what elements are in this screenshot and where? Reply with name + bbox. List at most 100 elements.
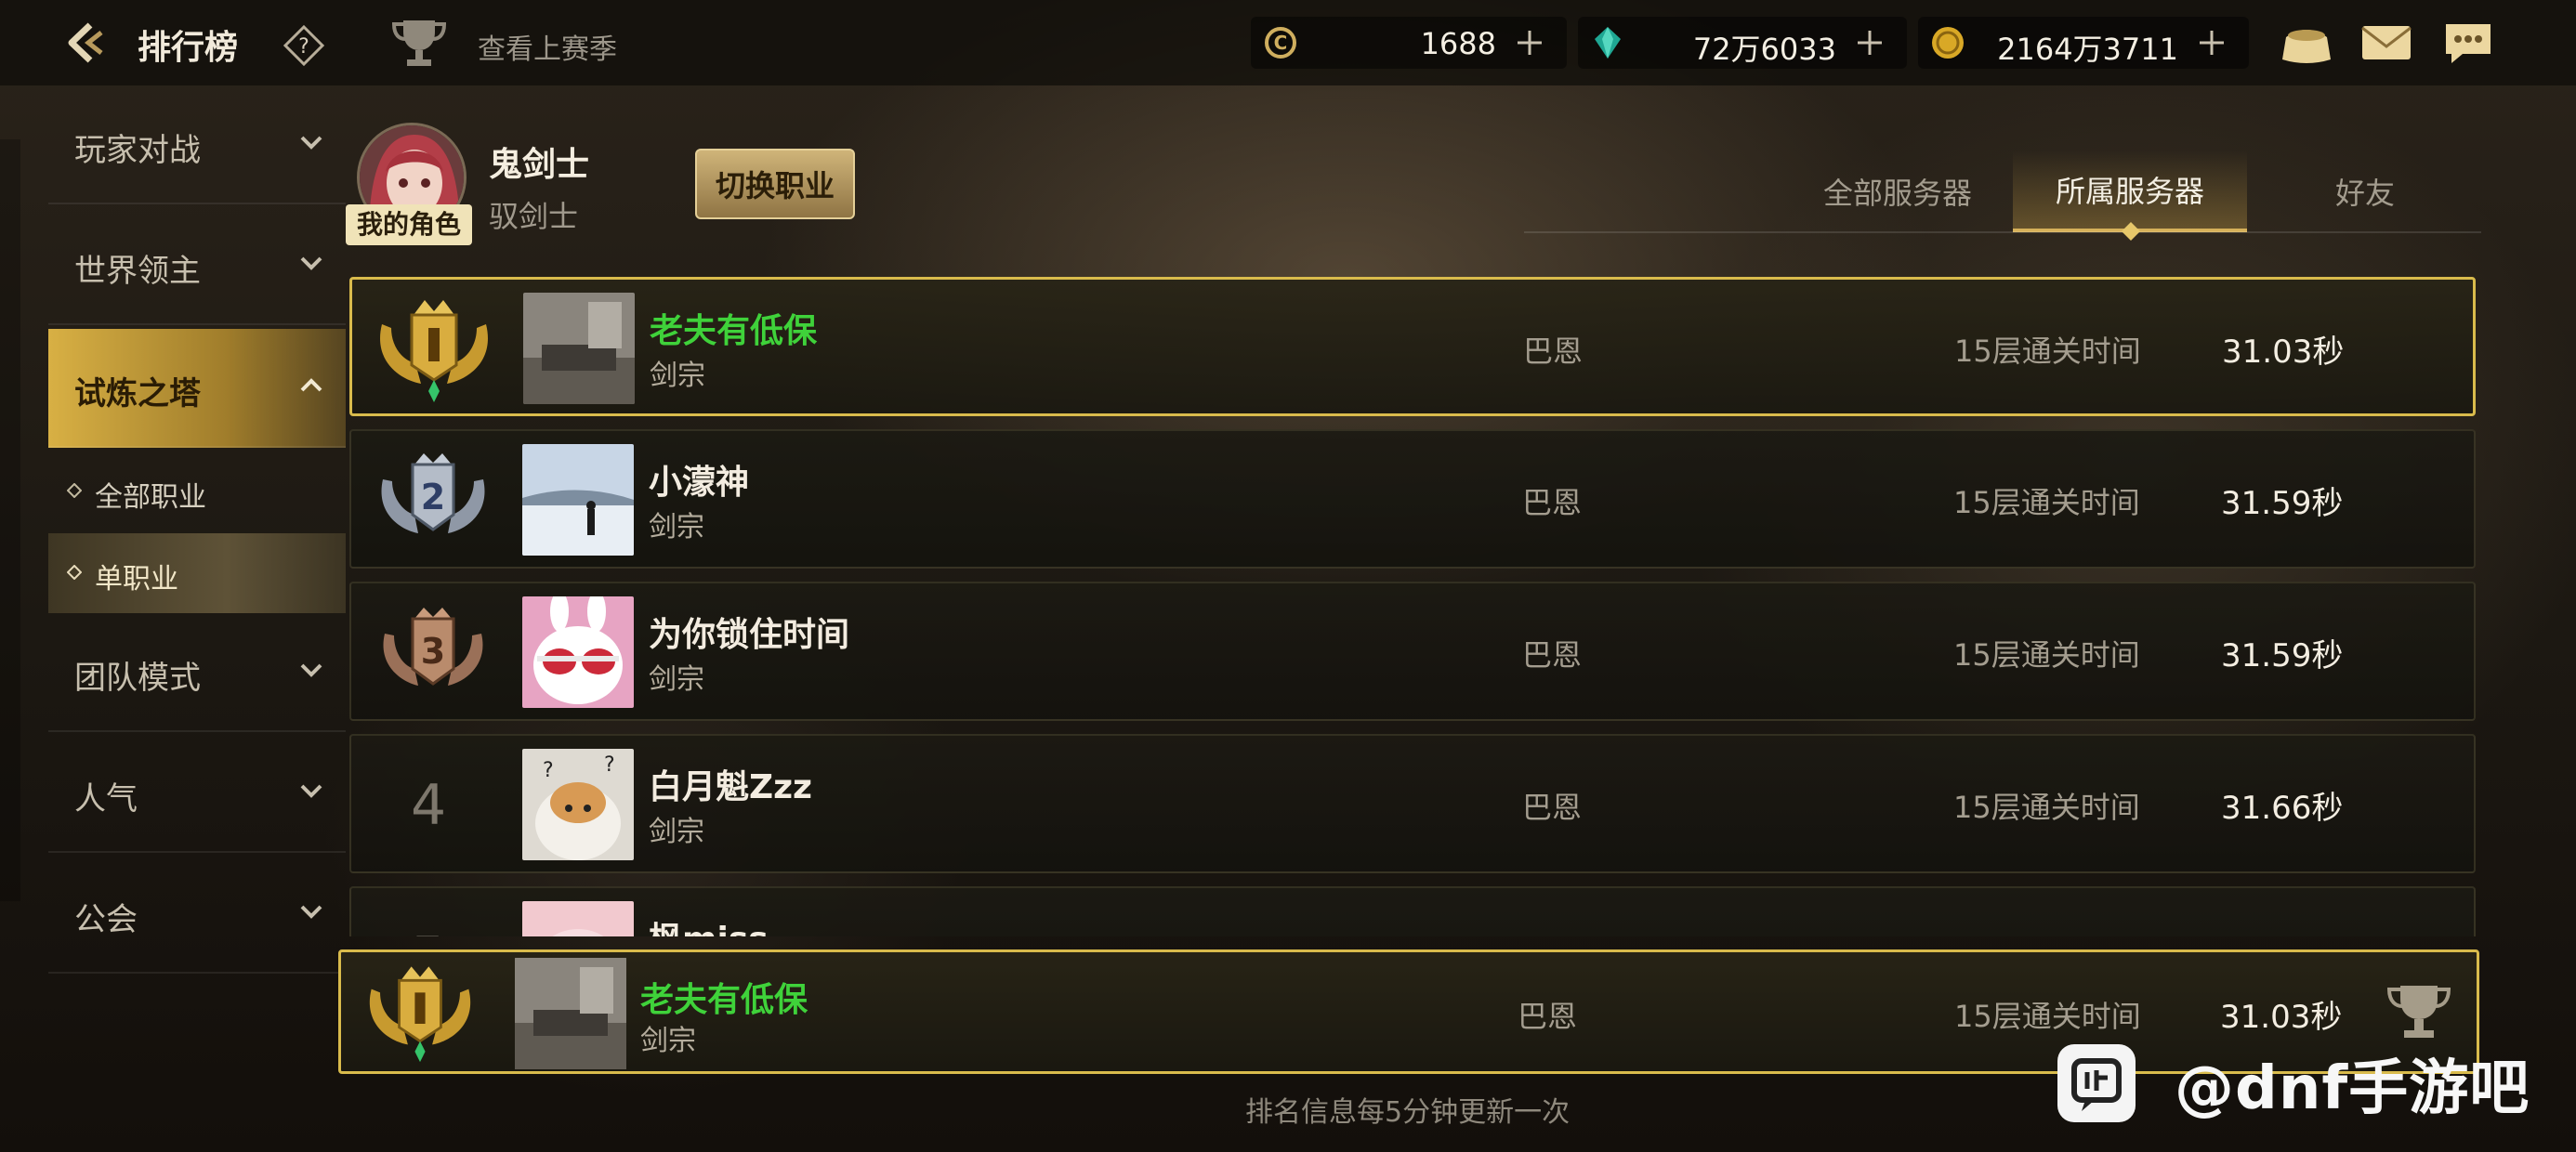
chevron-down-icon (300, 663, 322, 677)
player-avatar: ? ? (522, 749, 634, 860)
sidebar-subitem-all-jobs[interactable]: 全部职业 (48, 452, 346, 531)
svg-text:?: ? (604, 753, 615, 777)
sidebar-item-popularity[interactable]: 人气 (48, 734, 346, 853)
trophy-icon[interactable] (390, 15, 448, 71)
record-time: 31.03秒 (2220, 999, 2343, 1036)
currency-gem-value: 72万6033 (1692, 32, 1836, 67)
sidebar-subitem-single-job[interactable]: 单职业 (48, 533, 346, 613)
record-time: 31.59秒 (2221, 485, 2344, 522)
diamond-bullet-icon (67, 565, 82, 580)
svg-text:?: ? (543, 759, 554, 782)
player-server: 巴恩 (1522, 637, 1583, 673)
currency-c-value: 1688 (1420, 26, 1496, 61)
switch-class-button[interactable]: 切换职业 (695, 149, 855, 219)
rank-number: 5 (411, 925, 446, 936)
sidebar-subitem-label: 单职业 (95, 563, 178, 596)
tab-indicator-icon (2122, 222, 2140, 241)
tab-own-server[interactable]: 所属服务器 (2013, 151, 2247, 232)
tab-divider (1524, 231, 2481, 233)
chat-button[interactable] (2440, 19, 2496, 67)
sidebar-item-trial-tower[interactable]: 试炼之塔 (48, 329, 346, 448)
ranking-row[interactable]: 2 小濛神 剑宗 巴恩 15层通关时间 31.59秒 (349, 429, 2476, 569)
add-currency-gold-icon[interactable] (2197, 28, 2227, 58)
player-name: 老夫有低保 (640, 981, 808, 1019)
player-avatar (514, 958, 627, 1069)
sidebar-item-world-boss[interactable]: 世界领主 (48, 206, 346, 325)
page-title: 排行榜 (138, 29, 239, 67)
left-edge-bar (0, 139, 20, 901)
player-avatar (522, 444, 634, 556)
currency-gem-display: 72万6033 (1578, 17, 1907, 69)
sidebar-subitem-label: 全部职业 (95, 481, 206, 514)
bag-button[interactable] (2279, 19, 2334, 67)
tab-friends[interactable]: 好友 (2251, 151, 2479, 232)
back-arrow-icon (68, 22, 103, 63)
player-name: 白月魁Zzz (649, 768, 813, 806)
help-button[interactable]: ? (283, 24, 325, 67)
player-job: 剑宗 (649, 816, 704, 848)
svg-text:C: C (1274, 32, 1288, 54)
player-job: 剑宗 (649, 511, 704, 543)
player-server: 巴恩 (1522, 790, 1583, 825)
player-name: 老夫有低保 (650, 312, 818, 350)
sidebar-item-team-mode[interactable]: 团队模式 (48, 613, 346, 732)
sidebar-item-label: 团队模式 (74, 660, 201, 697)
player-server: 巴恩 (1523, 334, 1584, 369)
ranking-row[interactable]: 3 为你锁住时间 剑宗 巴恩 15层通关时间 31.59秒 (349, 582, 2476, 721)
help-icon: ? (283, 24, 325, 67)
trophy-icon[interactable] (2385, 980, 2452, 1043)
player-job: 剑宗 (650, 360, 705, 392)
add-currency-gem-icon[interactable] (1855, 28, 1885, 58)
update-notice: 排名信息每5分钟更新一次 (1245, 1096, 1571, 1129)
player-server: 巴恩 (1522, 485, 1583, 520)
rank-silver-medal-icon: 2 (381, 453, 485, 533)
rank-gold-medal-icon (369, 966, 471, 1063)
chat-icon (2446, 24, 2491, 63)
my-character-badge: 我的角色 (346, 204, 473, 245)
sidebar-item-label: 公会 (74, 901, 138, 938)
svg-text:2: 2 (421, 477, 445, 517)
chevron-down-icon (300, 136, 322, 150)
diamond-bullet-icon (67, 483, 82, 498)
currency-gold-display: 2164万3711 (1918, 17, 2249, 69)
chevron-down-icon (300, 905, 322, 919)
record-time: 31.03秒 (2222, 334, 2345, 371)
sidebar-item-label: 试炼之塔 (74, 375, 201, 412)
sidebar-item-guild[interactable]: 公会 (48, 855, 346, 974)
record-metric-label: 15层通关时间 (1953, 790, 2140, 825)
sidebar-item-label: 世界领主 (74, 253, 201, 290)
player-avatar (522, 901, 634, 936)
mail-icon (2361, 26, 2412, 59)
record-time: 31.59秒 (2221, 637, 2344, 674)
currency-c-display: C 1688 (1251, 17, 1567, 69)
ranking-list[interactable]: 老夫有低保 剑宗 巴恩 15层通关时间 31.03秒 2 小濛神 剑宗 巴恩 1… (349, 277, 2477, 936)
sidebar-item-label: 人气 (74, 780, 138, 818)
ranking-row[interactable]: 5 枫miss (349, 886, 2476, 936)
currency-gold-value: 2164万3711 (1997, 32, 2178, 67)
player-name: 为你锁住时间 (649, 616, 850, 654)
mail-button[interactable] (2359, 19, 2414, 67)
watermark-text: @dnf手游吧 (2175, 1054, 2530, 1123)
player-server: 巴恩 (1518, 999, 1578, 1034)
sidebar-item-pvp[interactable]: 玩家对战 (48, 85, 346, 204)
gold-icon (1932, 27, 1964, 59)
sidebar: 玩家对战 世界领主 试炼之塔 全部职业 单职业 团队模式 人气 公会 (48, 85, 346, 977)
character-name: 鬼剑士 (489, 146, 590, 184)
character-class: 驭剑士 (489, 199, 579, 234)
previous-season-link[interactable]: 查看上赛季 (478, 26, 617, 67)
my-ranking-row[interactable]: 老夫有低保 剑宗 巴恩 15层通关时间 31.03秒 (338, 949, 2479, 1074)
svg-text:?: ? (298, 35, 309, 59)
ranking-row[interactable]: 4 ? ? 白月魁Zzz 剑宗 巴恩 15层通关时间 31.66秒 (349, 734, 2476, 873)
sidebar-item-label: 玩家对战 (74, 132, 201, 169)
tab-all-servers[interactable]: 全部服务器 (1786, 151, 2009, 232)
tieba-logo-icon (2057, 1044, 2136, 1122)
record-metric-label: 15层通关时间 (1953, 485, 2140, 520)
bag-icon (2282, 30, 2331, 63)
player-avatar (523, 293, 635, 404)
add-currency-c-icon[interactable] (1515, 28, 1544, 58)
ranking-row[interactable]: 老夫有低保 剑宗 巴恩 15层通关时间 31.03秒 (349, 277, 2476, 416)
record-metric-label: 15层通关时间 (1954, 999, 2141, 1034)
player-job: 剑宗 (649, 663, 704, 696)
back-button[interactable] (58, 17, 113, 69)
record-time: 31.66秒 (2221, 790, 2344, 827)
